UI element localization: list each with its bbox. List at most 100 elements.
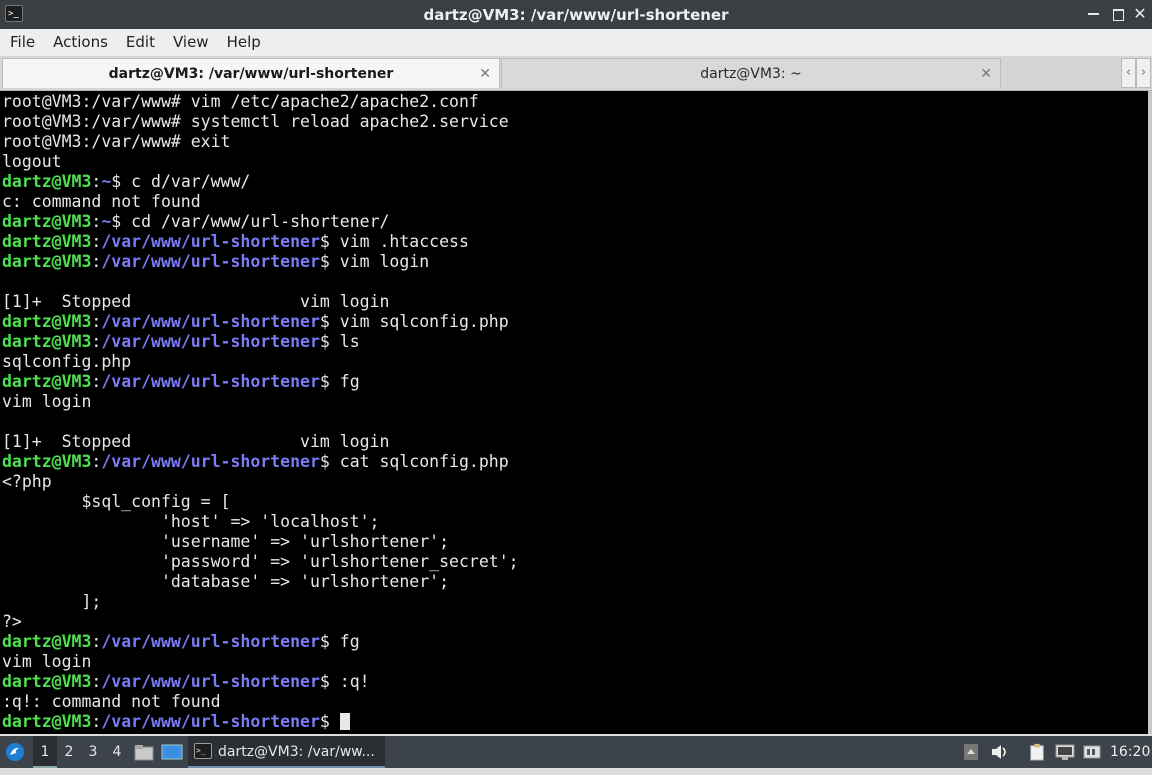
prompt-symbol: $: [319, 312, 340, 331]
show-desktop-button[interactable]: [161, 736, 185, 768]
start-menu-button[interactable]: [4, 736, 30, 768]
prompt-symbol: $: [111, 212, 132, 231]
output-text: root@VM3:/var/www# exit: [2, 132, 231, 151]
output-line: 'host' => 'localhost';: [2, 512, 1148, 532]
prompt-line: dartz@VM3:/var/www/url-shortener$ fg: [2, 632, 1148, 652]
maximize-button[interactable]: [1108, 3, 1128, 25]
prompt-symbol: $: [319, 232, 340, 251]
workspace-2[interactable]: 2: [57, 736, 81, 768]
prompt-colon: :: [91, 172, 102, 191]
desktop-icon: [161, 744, 183, 760]
prompt-user: dartz@VM3: [2, 252, 92, 271]
command-text: :q!: [339, 672, 370, 691]
output-line: root@VM3:/var/www# systemctl reload apac…: [2, 112, 1148, 132]
tray-up-icon[interactable]: [963, 743, 979, 761]
output-line: c: command not found: [2, 192, 1148, 212]
prompt-user: dartz@VM3: [2, 212, 92, 231]
terminal-output[interactable]: root@VM3:/var/www# vim /etc/apache2/apac…: [0, 91, 1148, 734]
output-text: sqlconfig.php: [2, 352, 132, 371]
file-manager-launcher[interactable]: [134, 736, 156, 768]
prompt-line: dartz@VM3:/var/www/url-shortener$: [2, 712, 1148, 732]
tab-bar: dartz@VM3: /var/www/url-shortener ✕ dart…: [0, 56, 1152, 91]
prompt-line: dartz@VM3:/var/www/url-shortener$ cat sq…: [2, 452, 1148, 472]
output-line: 'database' => 'urlshortener';: [2, 572, 1148, 592]
menu-bar: File Actions Edit View Help: [0, 29, 1152, 56]
window-titlebar[interactable]: >_ dartz@VM3: /var/www/url-shortener ✕: [0, 0, 1152, 29]
workspace-1[interactable]: 1: [33, 736, 57, 768]
menu-file[interactable]: File: [0, 29, 44, 56]
command-text: cd /var/www/url-shortener/: [131, 212, 390, 231]
prompt-symbol: $: [319, 452, 340, 471]
prompt-colon: :: [91, 252, 102, 271]
prompt-line: dartz@VM3:~$ cd /var/www/url-shortener/: [2, 212, 1148, 232]
task-terminal-window[interactable]: >_ dartz@VM3: /var/ww...: [188, 736, 385, 768]
display-icon[interactable]: [1055, 743, 1075, 761]
clock[interactable]: 16:20: [1110, 736, 1150, 768]
terminal-cursor: [339, 713, 350, 730]
output-text: 'password' => 'urlshortener_secret';: [2, 552, 519, 571]
prompt-colon: :: [91, 372, 102, 391]
prompt-symbol: $: [319, 372, 340, 391]
output-line: vim login: [2, 392, 1148, 412]
network-icon[interactable]: [1082, 743, 1102, 761]
command-text: c d/var/www/: [131, 172, 251, 191]
command-text: fg: [339, 372, 360, 391]
output-line: root@VM3:/var/www# vim /etc/apache2/apac…: [2, 92, 1148, 112]
prompt-line: dartz@VM3:/var/www/url-shortener$ ls: [2, 332, 1148, 352]
close-button[interactable]: ✕: [1130, 3, 1150, 25]
output-text: :q!: command not found: [2, 692, 221, 711]
output-line: [1]+ Stopped vim login: [2, 432, 1148, 452]
workspace-4[interactable]: 4: [105, 736, 129, 768]
tab-url-shortener[interactable]: dartz@VM3: /var/www/url-shortener ✕: [2, 58, 500, 88]
prompt-user: dartz@VM3: [2, 232, 92, 251]
task-label: dartz@VM3: /var/ww...: [218, 744, 375, 760]
menu-actions[interactable]: Actions: [44, 29, 117, 56]
maximize-icon: [1112, 9, 1124, 21]
taskbar: 1 2 3 4 >_ dartz@VM3: /var/ww... 16:20: [0, 736, 1152, 768]
output-text: 'username' => 'urlshortener';: [2, 532, 450, 551]
minimize-icon: [1087, 13, 1099, 15]
start-menu-icon: [6, 743, 24, 761]
prompt-symbol: $: [319, 252, 340, 271]
command-text: vim login: [339, 252, 430, 271]
prompt-line: dartz@VM3:~$ c d/var/www/: [2, 172, 1148, 192]
tab-close-icon[interactable]: ✕: [479, 59, 491, 89]
tab-scroll-left-icon[interactable]: ‹: [1121, 58, 1136, 88]
menu-view[interactable]: View: [164, 29, 218, 56]
prompt-colon: :: [91, 452, 102, 471]
prompt-path: ~: [101, 212, 112, 231]
prompt-user: dartz@VM3: [2, 632, 92, 651]
minimize-button[interactable]: [1083, 3, 1103, 25]
tab-scroll-right-icon[interactable]: ›: [1136, 58, 1151, 88]
volume-icon[interactable]: [990, 743, 1010, 761]
output-line: logout: [2, 152, 1148, 172]
clipboard-icon[interactable]: [1027, 743, 1047, 761]
prompt-user: dartz@VM3: [2, 332, 92, 351]
tab-close-icon[interactable]: ✕: [980, 59, 992, 89]
workspace-3[interactable]: 3: [81, 736, 105, 768]
terminal-scrollbar[interactable]: [1148, 91, 1152, 734]
prompt-path: /var/www/url-shortener: [101, 312, 320, 331]
tab-home[interactable]: dartz@VM3: ~ ✕: [501, 58, 1001, 88]
output-line: $sql_config = [: [2, 492, 1148, 512]
prompt-path: /var/www/url-shortener: [101, 252, 320, 271]
prompt-line: dartz@VM3:/var/www/url-shortener$ vim .h…: [2, 232, 1148, 252]
menu-edit[interactable]: Edit: [117, 29, 164, 56]
output-text: c: command not found: [2, 192, 201, 211]
prompt-user: dartz@VM3: [2, 172, 92, 191]
prompt-path: /var/www/url-shortener: [101, 332, 320, 351]
prompt-colon: :: [91, 232, 102, 251]
output-line: vim login: [2, 652, 1148, 672]
prompt-path: /var/www/url-shortener: [101, 232, 320, 251]
output-text: logout: [2, 152, 62, 171]
menu-help[interactable]: Help: [218, 29, 270, 56]
output-line: ?>: [2, 612, 1148, 632]
prompt-user: dartz@VM3: [2, 712, 92, 731]
command-text: vim .htaccess: [339, 232, 469, 251]
prompt-colon: :: [91, 312, 102, 331]
prompt-line: dartz@VM3:/var/www/url-shortener$ fg: [2, 372, 1148, 392]
output-text: vim login: [2, 652, 92, 671]
prompt-line: dartz@VM3:/var/www/url-shortener$ :q!: [2, 672, 1148, 692]
